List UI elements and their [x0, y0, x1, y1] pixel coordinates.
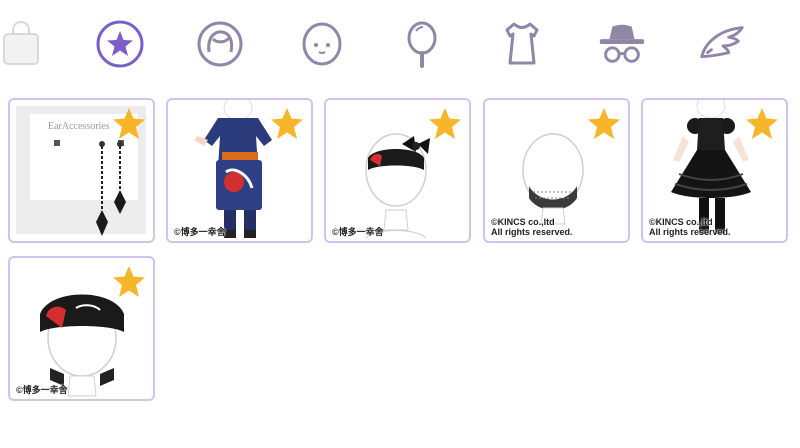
- star-icon: [96, 20, 144, 68]
- favorite-star-icon[interactable]: [111, 264, 147, 300]
- bandana-bow-item[interactable]: ©博多一幸舎: [324, 98, 471, 243]
- tab-favorites[interactable]: [94, 18, 146, 70]
- tab-shop[interactable]: [0, 18, 48, 70]
- copyright-text: ©KINCS co.,ltd All rights reserved.: [491, 217, 573, 237]
- dress-icon: [505, 22, 539, 65]
- mirror-icon: [407, 21, 437, 68]
- tab-wings[interactable]: [696, 18, 748, 70]
- hair-icon: [197, 21, 243, 67]
- item-label: EarAccessories: [48, 121, 110, 132]
- copyright-text: ©KINCS co.,ltd All rights reserved.: [649, 217, 731, 237]
- copyright-text: ©博多一幸舎: [174, 227, 226, 237]
- category-tab-bar: [0, 0, 800, 90]
- lace-mask-item[interactable]: ©KINCS co.,ltd All rights reserved.: [483, 98, 630, 243]
- shopping-bag-icon: [3, 21, 39, 65]
- favorite-star-icon[interactable]: [111, 106, 147, 142]
- wing-icon: [700, 26, 744, 58]
- ear-accessories-item[interactable]: EarAccessories: [8, 98, 155, 243]
- tab-makeup[interactable]: [396, 18, 448, 70]
- favorite-star-icon[interactable]: [586, 106, 622, 142]
- tab-clothes[interactable]: [496, 18, 548, 70]
- copyright-text: ©博多一幸舎: [332, 227, 384, 237]
- happi-outfit-item[interactable]: ©博多一幸舎: [166, 98, 313, 243]
- tab-hair[interactable]: [194, 18, 246, 70]
- favorite-star-icon[interactable]: [269, 106, 305, 142]
- favorite-star-icon[interactable]: [744, 106, 780, 142]
- headband-item[interactable]: ©博多一幸舎: [8, 256, 155, 401]
- hat-glasses-icon: [599, 24, 645, 63]
- black-lolita-dress-item[interactable]: ©KINCS co.,ltd All rights reserved.: [641, 98, 788, 243]
- face-icon: [302, 22, 342, 66]
- tab-accessories[interactable]: [596, 18, 648, 70]
- favorite-star-icon[interactable]: [427, 106, 463, 142]
- copyright-text: ©博多一幸舎: [16, 385, 68, 395]
- tab-face[interactable]: [296, 18, 348, 70]
